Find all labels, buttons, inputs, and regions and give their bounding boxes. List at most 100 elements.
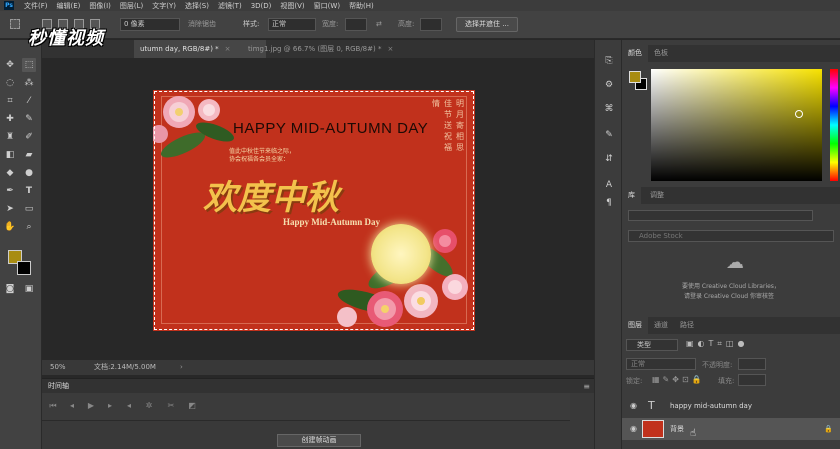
dodge-tool-icon[interactable]: ●	[22, 166, 36, 180]
pen-tool-icon[interactable]: ✒	[3, 184, 17, 198]
height-input[interactable]	[420, 18, 442, 31]
type-tool-icon[interactable]: T	[22, 184, 36, 198]
move-tool-icon[interactable]: ✥	[3, 58, 17, 72]
marquee-tool-icon[interactable]: ⬚	[22, 58, 36, 72]
menu-select[interactable]: 选择(S)	[185, 1, 209, 11]
menu-window[interactable]: 窗口(W)	[314, 1, 340, 11]
eye-icon[interactable]: ◉	[630, 395, 637, 417]
lock-icons[interactable]: ▦✎✥⊡🔒	[652, 375, 705, 384]
eyedropper-tool-icon[interactable]: ⁄	[22, 94, 36, 108]
menu-layer[interactable]: 图层(L)	[120, 1, 143, 11]
doc-size: 文档:2.14M/5.00M	[94, 363, 156, 371]
panel-foreground-swatch[interactable]	[629, 71, 641, 83]
zoom-tool-icon[interactable]: ⌕	[22, 220, 36, 234]
brush-tool-icon[interactable]: ✎	[22, 112, 36, 126]
close-icon[interactable]: ×	[387, 45, 393, 53]
options-bar: 0 像素 消除锯齿 样式: 正常 宽度: ⇄ 高度: 选择并遮住 ...	[0, 11, 840, 39]
height-label: 高度:	[398, 20, 415, 28]
quick-mask-icon[interactable]: ◙	[3, 282, 17, 296]
text-layer-icon: T	[648, 399, 655, 412]
quick-select-tool-icon[interactable]: ⁂	[22, 76, 36, 90]
settings-icon[interactable]: ✲	[144, 401, 154, 410]
creative-cloud-icon: ☁	[726, 252, 744, 273]
library-dropdown[interactable]	[628, 210, 813, 221]
hand-tool-icon[interactable]: ✋	[3, 220, 17, 234]
eraser-tool-icon[interactable]: ◧	[3, 148, 17, 162]
style-label: 样式:	[243, 20, 260, 28]
menu-3d[interactable]: 3D(D)	[251, 2, 272, 10]
library-search-input[interactable]: Adobe Stock	[628, 230, 834, 242]
tab-layers[interactable]: 图层	[622, 317, 648, 334]
split-icon[interactable]: ✂	[166, 401, 176, 410]
color-picker-cursor[interactable]	[795, 110, 803, 118]
width-input[interactable]	[345, 18, 367, 31]
feather-input[interactable]: 0 像素	[120, 18, 180, 31]
status-bar: 50% 文档:2.14M/5.00M ›	[42, 360, 594, 375]
history-icon[interactable]: ⎘	[602, 54, 616, 68]
healing-tool-icon[interactable]: ✚	[3, 112, 17, 126]
zoom-level[interactable]: 50%	[50, 360, 66, 375]
tab-color[interactable]: 颜色	[622, 45, 648, 62]
layer-filter-select[interactable]: 类型	[626, 339, 678, 351]
tab-channels[interactable]: 通道	[648, 317, 674, 334]
background-color-swatch[interactable]	[17, 261, 31, 275]
screen-mode-icon[interactable]: ▣	[22, 282, 36, 296]
antialias-checkbox[interactable]: 消除锯齿	[188, 18, 216, 31]
selection-marquee	[154, 91, 474, 330]
tab-swatches[interactable]: 色板	[648, 45, 674, 62]
panel-menu-icon[interactable]: ≡	[583, 379, 590, 394]
stamp-tool-icon[interactable]: ♜	[3, 130, 17, 144]
layer-filter-icons[interactable]: ▣◐T⌗◫●	[686, 339, 748, 349]
properties-icon[interactable]: ⚙	[602, 78, 616, 92]
blend-mode-select[interactable]: 正常	[626, 358, 696, 370]
timeline-controls: ⏮ ◂ ▶ ▸ ◂ ✲ ✂ ◩	[42, 393, 570, 421]
rectangle-tool-icon[interactable]: ▭	[22, 202, 36, 216]
transition-icon[interactable]: ◩	[187, 401, 197, 410]
tab-timg1[interactable]: timg1.jpg @ 66.7% (图层 0, RGB/8#) * ×	[242, 40, 432, 58]
prev-frame-icon[interactable]: ◂	[67, 401, 77, 410]
first-frame-icon[interactable]: ⏮	[48, 401, 58, 411]
character-icon[interactable]: A	[602, 178, 616, 192]
menu-file[interactable]: 文件(F)	[24, 1, 48, 11]
menu-help[interactable]: 帮助(H)	[349, 1, 374, 11]
library-panel-header: 库 调整	[622, 187, 840, 204]
tab-paths[interactable]: 路径	[674, 317, 700, 334]
menu-filter[interactable]: 滤镜(T)	[218, 1, 242, 11]
menu-edit[interactable]: 编辑(E)	[57, 1, 81, 11]
brush-settings-icon[interactable]: ✎	[602, 128, 616, 142]
tab-library[interactable]: 库	[622, 187, 641, 204]
adjust-icon[interactable]: ⇵	[602, 152, 616, 166]
menu-view[interactable]: 视图(V)	[280, 1, 304, 11]
select-and-mask-button[interactable]: 选择并遮住 ...	[456, 17, 518, 32]
menu-type[interactable]: 文字(Y)	[152, 1, 176, 11]
document-image[interactable]: HAPPY MID-AUTUMN DAY 值此中秋佳节来临之际， 协会祝福各会员…	[153, 90, 475, 331]
color-picker-field[interactable]	[651, 69, 822, 181]
history-brush-icon[interactable]: ✐	[22, 130, 36, 144]
eye-icon[interactable]: ◉	[630, 418, 637, 440]
info-icon[interactable]: ⌘	[602, 102, 616, 116]
gradient-tool-icon[interactable]: ▰	[22, 148, 36, 162]
marquee-preset-icon[interactable]	[10, 19, 20, 29]
next-frame-icon[interactable]: ▸	[105, 401, 115, 410]
status-arrow-icon[interactable]: ›	[180, 360, 183, 375]
opacity-input[interactable]	[738, 358, 766, 370]
menu-image[interactable]: 图像(I)	[89, 1, 111, 11]
layer-row-background[interactable]: ◉ 背景 🔒	[622, 418, 840, 440]
lasso-tool-icon[interactable]: ◌	[3, 76, 17, 90]
paragraph-icon[interactable]: ¶	[602, 196, 616, 210]
library-message-2[interactable]: 请登录 Creative Cloud 你审核签	[684, 291, 774, 300]
hue-slider[interactable]	[830, 69, 838, 181]
swap-icon[interactable]: ⇄	[376, 18, 382, 31]
close-icon[interactable]: ×	[225, 45, 231, 53]
play-icon[interactable]: ▶	[86, 401, 96, 410]
fill-input[interactable]	[738, 374, 766, 386]
tab-adjustments[interactable]: 调整	[644, 187, 670, 204]
lock-icon[interactable]: 🔒	[824, 418, 833, 440]
path-select-icon[interactable]: ➤	[3, 202, 17, 216]
audio-icon[interactable]: ◂	[124, 401, 134, 410]
blur-tool-icon[interactable]: ◆	[3, 166, 17, 180]
crop-tool-icon[interactable]: ⌗	[3, 94, 17, 108]
style-select[interactable]: 正常	[268, 18, 316, 31]
layer-row-text[interactable]: ◉ T happy mid-autumn day	[622, 395, 840, 417]
create-frame-animation-button[interactable]: 创建帧动画	[277, 434, 361, 447]
